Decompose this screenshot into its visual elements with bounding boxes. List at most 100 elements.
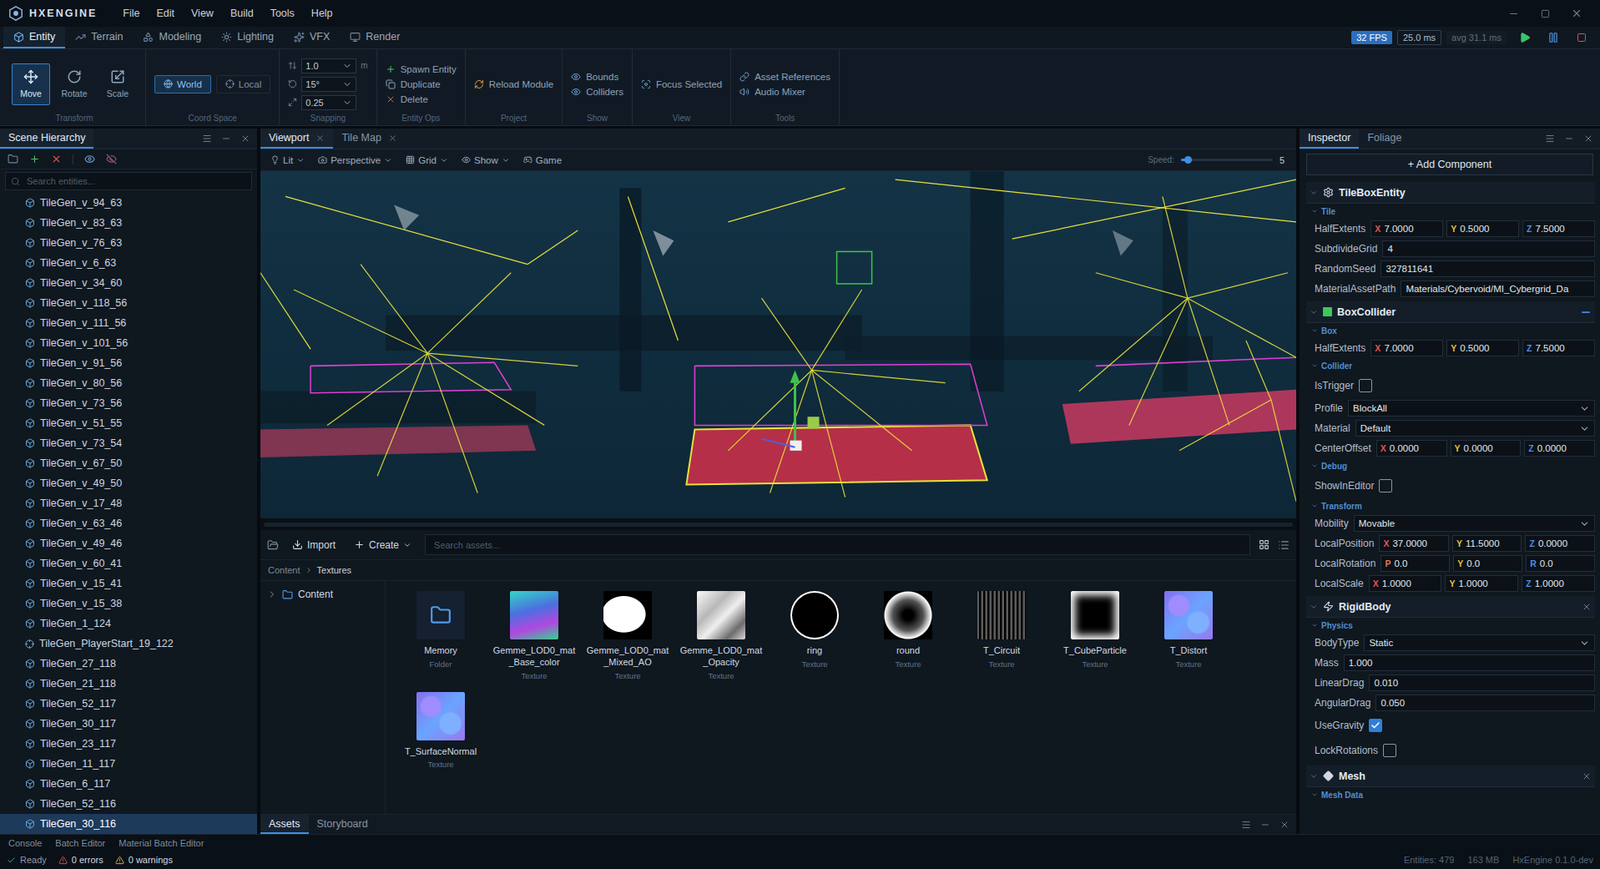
dropdown[interactable]: Default [1355, 419, 1595, 437]
stop-button[interactable] [1571, 28, 1592, 47]
viewport-tab[interactable]: Tile Map [333, 128, 405, 149]
viewport-option[interactable]: Game [518, 152, 567, 168]
component-action[interactable] [1581, 601, 1592, 612]
number-input[interactable]: X0.0000 [1376, 439, 1448, 457]
breadcrumb-item[interactable]: Content [267, 565, 301, 576]
entity-row[interactable]: TileGen_v_34_60 [0, 272, 258, 293]
section-title[interactable]: Collider [1306, 358, 1595, 374]
asset-item[interactable]: roundTexture [866, 590, 950, 681]
entity-row[interactable]: TileGen_v_101_56 [0, 333, 258, 354]
ribbon-action[interactable]: Audio Mixer [739, 86, 831, 97]
entity-row[interactable]: TileGen_52_117 [0, 693, 258, 714]
mode-tab[interactable]: Terrain [65, 26, 133, 49]
tool-button[interactable]: Scale [98, 63, 137, 106]
pause-button[interactable] [1543, 28, 1564, 47]
entity-row[interactable]: TileGen_v_91_56 [0, 353, 258, 374]
checkbox[interactable] [1378, 479, 1393, 493]
viewport-tab[interactable]: Viewport [260, 128, 334, 149]
eye-off-icon[interactable] [105, 153, 117, 165]
dock-tab[interactable]: Console [1, 837, 49, 848]
menu-item[interactable]: Help [303, 4, 341, 23]
asset-tab[interactable]: Storyboard [308, 814, 377, 834]
entity-row[interactable]: TileGen_v_60_41 [0, 553, 258, 574]
text-input[interactable]: 0.010 [1368, 674, 1595, 692]
dropdown[interactable]: Movable [1353, 514, 1595, 532]
component-action[interactable] [1581, 771, 1592, 782]
import-button[interactable]: Import [287, 535, 341, 555]
entity-row[interactable]: TileGen_1_124 [0, 613, 258, 634]
component-header[interactable]: TileBoxEntity [1306, 181, 1595, 204]
create-button[interactable]: Create [348, 535, 417, 555]
snap-dropdown[interactable]: 0.25 [301, 95, 357, 111]
scene-render[interactable] [260, 171, 1297, 519]
entity-row[interactable]: TileGen_27_118 [0, 653, 258, 674]
entity-row[interactable]: TileGen_v_83_63 [0, 212, 258, 233]
section-title[interactable]: Tile [1306, 203, 1595, 219]
asset-item[interactable]: T_CubeParticleTexture [1053, 590, 1137, 681]
breadcrumb-item[interactable]: Textures [317, 565, 353, 576]
entity-row[interactable]: TileGen_6_117 [0, 773, 258, 794]
menu-icon[interactable] [1241, 819, 1252, 830]
number-input[interactable]: R0.0 [1525, 555, 1595, 572]
text-input[interactable]: 4 [1382, 240, 1595, 258]
mode-tab[interactable]: Render [339, 26, 410, 49]
section-title[interactable]: Transform [1306, 498, 1595, 514]
menu-item[interactable]: Build [222, 4, 262, 23]
entity-row[interactable]: TileGen_v_111_56 [0, 312, 258, 334]
minimize-icon[interactable] [1564, 133, 1575, 144]
asset-tab[interactable]: Assets [260, 814, 309, 834]
menu-item[interactable]: View [183, 4, 222, 23]
entity-row[interactable]: TileGen_v_15_41 [0, 573, 258, 594]
dock-tab[interactable]: Batch Editor [48, 837, 112, 848]
entity-row[interactable]: TileGen_v_80_56 [0, 373, 258, 394]
number-input[interactable]: Y1.0000 [1444, 575, 1519, 592]
entity-row[interactable]: TileGen_v_6_63 [0, 252, 258, 273]
panel-tab[interactable]: Scene Hierarchy [0, 128, 94, 149]
entity-row[interactable]: TileGen_PlayerStart_19_122 [0, 633, 258, 654]
asset-item[interactable]: Gemme_LOD0_mat_Base_colorTexture [492, 590, 576, 681]
menu-item[interactable]: Tools [262, 4, 303, 23]
asset-item[interactable]: T_DistortTexture [1146, 590, 1231, 681]
error-count[interactable]: 0 errors [58, 854, 104, 865]
number-input[interactable]: Y0.0000 [1450, 439, 1522, 457]
number-input[interactable]: P0.0 [1380, 555, 1450, 572]
menu-item[interactable]: File [115, 4, 147, 23]
ribbon-action[interactable]: Colliders [570, 86, 624, 97]
text-input[interactable]: 327811641 [1380, 260, 1595, 278]
list-view-icon[interactable] [1277, 539, 1290, 551]
entity-row[interactable]: TileGen_v_17_48 [0, 493, 258, 514]
component-header[interactable]: Mesh [1306, 765, 1595, 788]
number-input[interactable]: Z7.5000 [1522, 220, 1595, 238]
text-input[interactable]: 1.000 [1343, 654, 1595, 672]
asset-item[interactable]: Gemme_LOD0_mat_OpacityTexture [679, 590, 763, 681]
asset-item[interactable]: T_SurfaceNormalTexture [398, 691, 483, 770]
close-icon[interactable] [240, 133, 251, 144]
warning-count[interactable]: 0 warnings [115, 854, 173, 865]
minimize-icon[interactable] [1260, 819, 1271, 830]
section-title[interactable]: Mesh Data [1306, 787, 1595, 803]
number-input[interactable]: Z7.5000 [1522, 339, 1595, 357]
ribbon-action[interactable]: Reload Module [474, 79, 554, 90]
component-header[interactable]: RigidBody [1306, 595, 1595, 618]
mode-tab[interactable]: Lighting [211, 26, 284, 49]
entity-row[interactable]: TileGen_11_117 [0, 753, 258, 774]
speed-slider[interactable] [1181, 158, 1273, 162]
menu-icon[interactable] [201, 133, 212, 144]
ribbon-action[interactable]: Bounds [570, 71, 624, 82]
eye-icon[interactable] [84, 153, 96, 165]
viewport-option[interactable]: Grid [400, 152, 454, 168]
viewport-render[interactable] [260, 171, 1297, 519]
entity-row[interactable]: TileGen_23_117 [0, 733, 258, 754]
number-input[interactable]: Y0.5000 [1446, 339, 1520, 357]
close-tab-icon[interactable] [388, 133, 398, 143]
close-icon[interactable] [1279, 819, 1290, 830]
number-input[interactable]: Z0.0000 [1524, 535, 1595, 552]
text-input[interactable]: 0.050 [1375, 694, 1595, 712]
search-input[interactable] [432, 539, 1243, 551]
minimize-button[interactable] [1498, 3, 1529, 24]
close-icon[interactable] [1583, 133, 1594, 144]
maximize-button[interactable] [1529, 3, 1560, 24]
snap-dropdown[interactable]: 15° [301, 76, 357, 92]
dock-tab[interactable]: Material Batch Editor [111, 837, 211, 848]
viewport-option[interactable]: Lit [265, 152, 310, 168]
